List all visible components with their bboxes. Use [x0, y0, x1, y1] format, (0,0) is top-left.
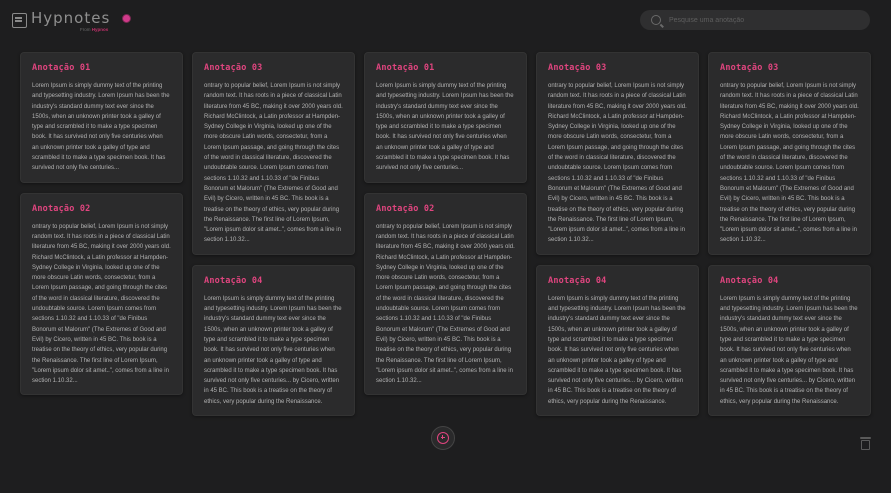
note-icon [12, 13, 27, 28]
app-logo-subtitle: From Hypnos [80, 27, 108, 32]
plus-circle-icon [437, 432, 449, 444]
notes-column-2: Anotação 03 ontrary to popular belief, L… [192, 52, 355, 426]
note-card[interactable]: Anotação 02 ontrary to popular belief, L… [364, 192, 527, 396]
note-body: ontrary to popular belief, Lorem Ipsum i… [32, 223, 171, 385]
trash-lid [860, 437, 871, 439]
note-body: Lorem Ipsum is simply dummy text of the … [204, 295, 342, 405]
trash-icon[interactable] [860, 437, 871, 450]
app-logo[interactable]: Hypnotes From Hypnos [12, 9, 131, 32]
logo-sub-prefix: From [80, 27, 92, 32]
notes-column-3: Anotação 01 Lorem Ipsum is simply dummy … [364, 52, 527, 405]
note-body: Lorem Ipsum is simply dummy text of the … [548, 295, 686, 405]
note-card[interactable]: Anotação 03 ontrary to popular belief, L… [192, 52, 355, 255]
note-title: Anotação 03 [204, 63, 263, 73]
top-bar: Hypnotes From Hypnos [0, 0, 891, 40]
note-title: Anotação 01 [32, 63, 91, 73]
note-card[interactable]: Anotação 01 Lorem Ipsum is simply dummy … [364, 52, 527, 183]
notes-column-1: Anotação 01 Lorem Ipsum is simply dummy … [20, 52, 183, 405]
note-card[interactable]: Anotação 04 Lorem Ipsum is simply dummy … [192, 264, 355, 417]
note-title: Anotação 02 [32, 203, 91, 214]
notes-column-5: Anotação 03 ontrary to popular belief, L… [708, 52, 871, 426]
app-logo-text: Hypnotes [31, 9, 111, 27]
note-title: Anotação 02 [376, 203, 435, 214]
note-card[interactable]: Anotação 04 Lorem Ipsum is simply dummy … [708, 264, 871, 417]
note-body: Lorem Ipsum is simply dummy text of the … [720, 295, 858, 405]
note-body: Lorem Ipsum is simply dummy text of the … [376, 83, 514, 172]
note-body: Lorem Ipsum is simply dummy text of the … [32, 83, 170, 172]
search-icon[interactable] [651, 15, 661, 25]
note-card[interactable]: Anotação 03 ontrary to popular belief, L… [536, 52, 699, 255]
note-card[interactable]: Anotação 01 Lorem Ipsum is simply dummy … [20, 52, 183, 183]
note-card[interactable]: Anotação 03 ontrary to popular belief, L… [708, 52, 871, 255]
note-title: Anotação 03 [720, 63, 779, 73]
note-body: ontrary to popular belief, Lorem Ipsum i… [376, 223, 515, 385]
note-card[interactable]: Anotação 02 ontrary to popular belief, L… [20, 192, 183, 396]
note-title: Anotação 04 [720, 275, 779, 286]
add-note-button[interactable] [431, 426, 455, 450]
note-title: Anotação 04 [204, 275, 263, 286]
note-title: Anotação 01 [376, 63, 435, 73]
logo-sub-brand: Hypnos [91, 27, 109, 32]
note-body: ontrary to popular belief, Lorem Ipsum i… [720, 83, 859, 244]
note-title: Anotação 04 [548, 275, 607, 286]
brand-dot-icon [122, 14, 131, 23]
note-body: ontrary to popular belief, Lorem Ipsum i… [548, 83, 687, 244]
trash-body [861, 440, 870, 450]
search-bar[interactable] [640, 10, 870, 30]
note-title: Anotação 03 [548, 63, 607, 73]
search-input[interactable] [667, 15, 861, 25]
note-card[interactable]: Anotação 04 Lorem Ipsum is simply dummy … [536, 264, 699, 417]
notes-column-4: Anotação 03 ontrary to popular belief, L… [536, 52, 699, 426]
note-body: ontrary to popular belief, Lorem Ipsum i… [204, 83, 343, 244]
